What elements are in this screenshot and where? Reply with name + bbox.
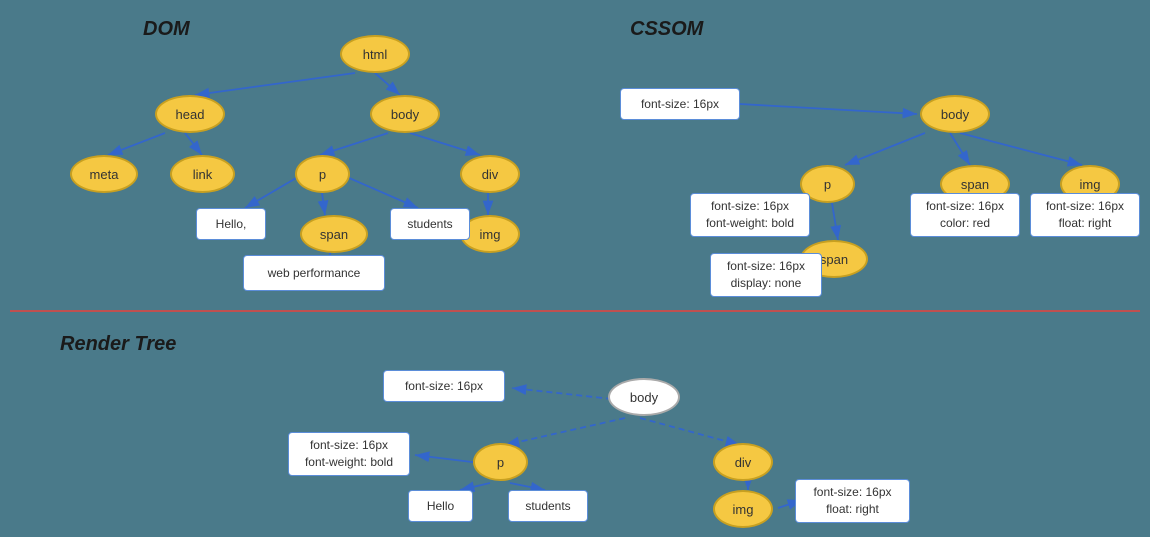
cssom-img-style-box: font-size: 16px float: right	[1030, 193, 1140, 237]
dom-link-node: link	[170, 155, 235, 193]
dom-students-box: students	[390, 208, 470, 240]
rt-hello-box: Hello	[408, 490, 473, 522]
rt-img-node: img	[713, 490, 773, 528]
dom-p-node: p	[295, 155, 350, 193]
render-tree-title: Render Tree	[60, 333, 176, 356]
dom-span-node: span	[300, 215, 368, 253]
rt-img-style-box: font-size: 16px float: right	[795, 479, 910, 523]
cssom-span-style-box: font-size: 16px color: red	[910, 193, 1020, 237]
cssom-body-node: body	[920, 95, 990, 133]
dom-meta-node: meta	[70, 155, 138, 193]
section-divider	[10, 310, 1140, 312]
dom-head-node: head	[155, 95, 225, 133]
dom-div-node: div	[460, 155, 520, 193]
dom-webperf-box: web performance	[243, 255, 385, 291]
dom-hello-box: Hello,	[196, 208, 266, 240]
rt-body-node: body	[608, 378, 680, 416]
connections-svg	[0, 0, 1150, 537]
rt-p-style-box: font-size: 16px font-weight: bold	[288, 432, 410, 476]
rt-p-node: p	[473, 443, 528, 481]
dom-body-node: body	[370, 95, 440, 133]
rt-students-box: students	[508, 490, 588, 522]
cssom-span2-style-box: font-size: 16px display: none	[710, 253, 822, 297]
cssom-p-style-box: font-size: 16px font-weight: bold	[690, 193, 810, 237]
diagram-container: DOM CSSOM Render Tree	[0, 0, 1150, 537]
rt-div-node: div	[713, 443, 773, 481]
dom-html-node: html	[340, 35, 410, 73]
rt-font-box: font-size: 16px	[383, 370, 505, 402]
cssom-title: CSSOM	[630, 18, 703, 41]
cssom-body-style-box: font-size: 16px	[620, 88, 740, 120]
dom-title: DOM	[143, 18, 190, 41]
